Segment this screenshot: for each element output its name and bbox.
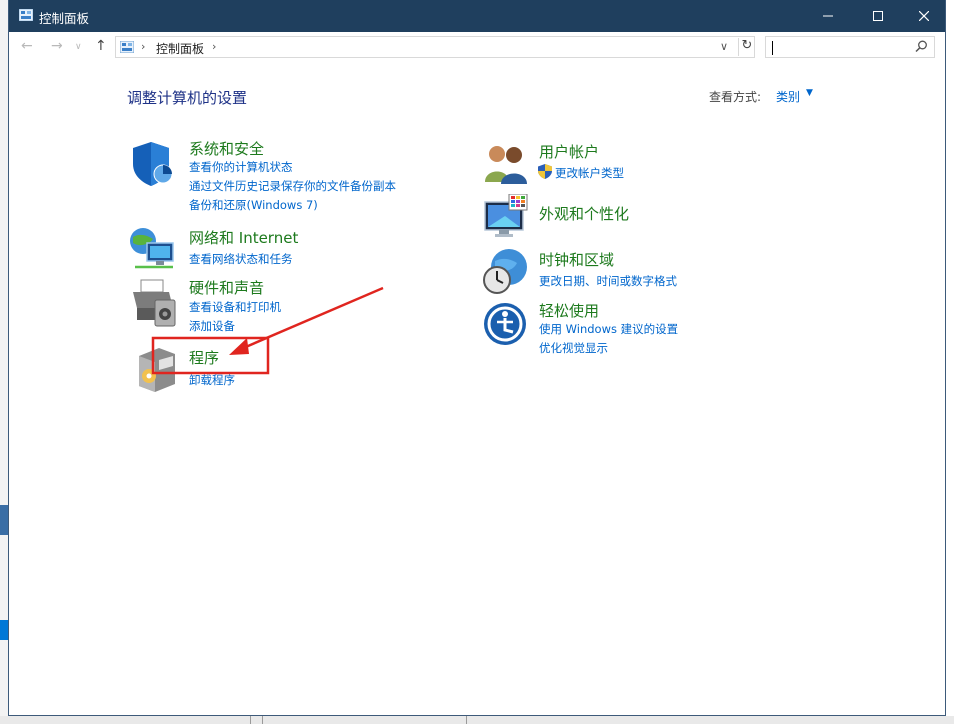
annotation-arrow-head	[229, 338, 249, 355]
shield-icon[interactable]	[129, 140, 177, 188]
background-window-edge	[0, 0, 8, 724]
clock-globe-icon[interactable]	[481, 247, 529, 295]
category-title[interactable]: 系统和安全	[189, 138, 264, 159]
close-button[interactable]	[901, 0, 947, 32]
window-title: 控制面板	[39, 11, 90, 26]
maximize-button[interactable]	[855, 0, 901, 32]
category-title[interactable]: 硬件和声音	[189, 277, 264, 298]
search-input[interactable]	[765, 36, 935, 58]
category-title[interactable]: 轻松使用	[539, 300, 599, 321]
category-link[interactable]: 使用 Windows 建议的设置	[539, 321, 678, 337]
ease-of-access-icon[interactable]	[483, 302, 527, 346]
category-link[interactable]: 查看你的计算机状态	[189, 159, 293, 175]
category-title[interactable]: 外观和个性化	[539, 203, 629, 224]
text-caret	[772, 41, 773, 55]
category-link[interactable]: 添加设备	[189, 318, 235, 334]
control-panel-icon	[120, 41, 134, 53]
forward-arrow-icon[interactable]: →	[51, 38, 63, 54]
up-arrow-icon[interactable]: ↑	[95, 38, 107, 54]
network-icon[interactable]	[129, 225, 177, 271]
background-window-strip	[0, 620, 8, 640]
minimize-icon	[823, 15, 833, 17]
category-link[interactable]: 更改帐户类型	[555, 165, 624, 181]
navigation-bar: ← → ∨ ↑ › 控制面板 › ∨ ↻	[9, 32, 945, 62]
address-bar[interactable]: › 控制面板 › ∨ ↻	[115, 36, 755, 58]
control-panel-icon	[19, 9, 33, 21]
page-title: 调整计算机的设置	[127, 89, 248, 107]
recent-dropdown-icon[interactable]: ∨	[75, 42, 82, 52]
category-link[interactable]: 更改日期、时间或数字格式	[539, 273, 677, 289]
close-icon	[919, 11, 929, 21]
taskbar-edge	[0, 716, 954, 724]
breadcrumb-control-panel[interactable]: 控制面板	[156, 40, 204, 57]
monitor-icon[interactable]	[483, 194, 529, 240]
back-arrow-icon[interactable]: ←	[21, 38, 33, 54]
title-bar[interactable]: 控制面板	[9, 0, 945, 32]
category-title[interactable]: 用户帐户	[539, 141, 599, 162]
category-title[interactable]: 时钟和区域	[539, 249, 614, 270]
printer-icon[interactable]	[129, 278, 177, 328]
minimize-button[interactable]	[805, 0, 851, 32]
address-dropdown-icon[interactable]: ∨	[720, 40, 728, 53]
breadcrumb-chevron-icon[interactable]: ›	[212, 40, 216, 53]
view-by-label: 查看方式:	[709, 90, 762, 104]
control-panel-window: 控制面板 ← → ∨ ↑ › 控制面板 › ∨ ↻ 调整计算机的设置 查看方式:…	[8, 0, 946, 716]
category-link[interactable]: 通过文件历史记录保存你的文件备份副本	[189, 178, 396, 194]
category-title[interactable]: 程序	[189, 347, 219, 368]
maximize-icon	[873, 11, 883, 21]
view-by-dropdown[interactable]: 类别	[776, 88, 800, 105]
users-icon[interactable]	[483, 142, 529, 184]
refresh-icon[interactable]: ↻	[738, 38, 755, 56]
category-link[interactable]: 查看网络状态和任务	[189, 251, 293, 267]
category-link[interactable]: 卸载程序	[189, 372, 235, 388]
category-title[interactable]: 网络和 Internet	[189, 227, 298, 248]
category-link[interactable]: 优化视觉显示	[539, 340, 608, 356]
background-window-strip	[0, 505, 8, 535]
uac-shield-icon	[538, 164, 552, 179]
view-by-dropdown-arrow-icon[interactable]: ▼	[806, 88, 813, 98]
programs-icon[interactable]	[137, 346, 177, 392]
breadcrumb-chevron-icon[interactable]: ›	[141, 40, 145, 53]
category-link[interactable]: 查看设备和打印机	[189, 299, 281, 315]
category-link[interactable]: 备份和还原(Windows 7)	[189, 197, 318, 213]
search-icon[interactable]	[915, 40, 928, 53]
